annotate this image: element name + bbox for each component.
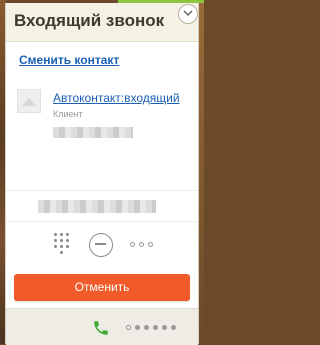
cancel-button[interactable]: Отменить	[14, 274, 190, 301]
pager-dot[interactable]	[162, 325, 167, 330]
phone-number-redacted	[38, 200, 156, 213]
phone-icon[interactable]	[92, 319, 110, 337]
contact-card: Автоконтакт:входящий Клиент	[17, 89, 198, 143]
contact-avatar-icon	[17, 89, 41, 113]
contact-role: Клиент	[53, 109, 83, 119]
call-controls	[6, 229, 198, 263]
pager-dot[interactable]	[153, 325, 158, 330]
hold-icon[interactable]	[89, 233, 113, 257]
contact-name-link[interactable]: Автоконтакт:входящий	[53, 91, 198, 105]
pager-dot[interactable]	[171, 325, 176, 330]
incoming-call-panel: Входящий звонок Сменить контакт Автоконт…	[5, 3, 199, 345]
chevron-down-icon	[183, 10, 193, 17]
panel-footer	[6, 308, 198, 345]
phone-number-field	[6, 190, 198, 222]
pager-dot[interactable]	[135, 325, 140, 330]
panel-header: Входящий звонок	[6, 3, 198, 42]
collapse-button[interactable]	[178, 4, 198, 24]
pager-dot[interactable]	[126, 325, 131, 330]
change-contact-link[interactable]: Сменить контакт	[19, 53, 119, 67]
dialpad-icon[interactable]	[51, 233, 73, 259]
pager-dot[interactable]	[144, 325, 149, 330]
more-icon[interactable]	[130, 241, 156, 249]
contact-detail-redacted	[53, 127, 133, 138]
page-title: Входящий звонок	[14, 11, 165, 30]
